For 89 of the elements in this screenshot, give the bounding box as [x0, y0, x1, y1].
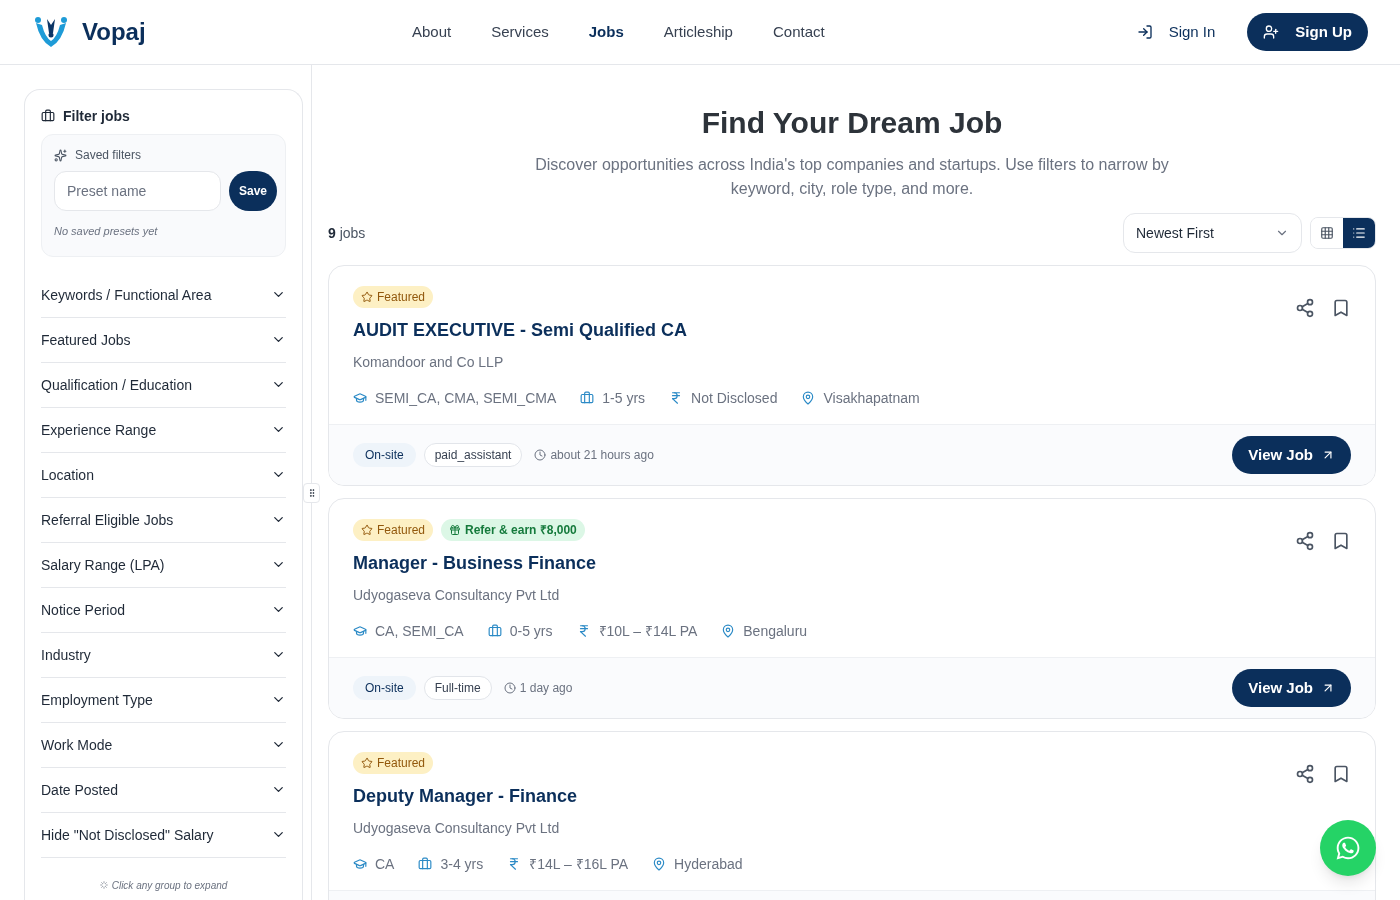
- graduation-cap-icon: [353, 624, 367, 638]
- sign-in-button[interactable]: Sign In: [1136, 20, 1216, 44]
- brand-name[interactable]: Vopaj: [82, 16, 146, 48]
- sign-in-icon: [1136, 24, 1153, 40]
- map-pin-icon: [652, 857, 667, 871]
- briefcase-icon: [487, 624, 502, 638]
- list-view-button[interactable]: [1343, 218, 1375, 248]
- job-detail: Not Disclosed: [691, 389, 778, 408]
- job-detail: SEMI_CA, CMA, SEMI_CMA: [375, 389, 557, 408]
- whatsapp-icon: [1335, 835, 1361, 861]
- company-name: Udyogaseva Consultancy Pvt Ltd: [353, 586, 561, 605]
- share-icon[interactable]: [1295, 298, 1315, 318]
- sign-up-button[interactable]: Sign Up: [1247, 12, 1368, 52]
- filter-group[interactable]: Qualification / Education: [41, 362, 286, 408]
- filter-group[interactable]: Referral Eligible Jobs: [41, 497, 286, 543]
- resize-handle[interactable]: [303, 483, 320, 503]
- job-detail: ₹14L – ₹16L PA: [529, 855, 629, 874]
- job-count: 9 jobs: [328, 224, 366, 243]
- job-detail: ₹10L – ₹14L PA: [598, 622, 698, 641]
- work-mode-tag: On-site: [353, 676, 416, 700]
- job-title[interactable]: Deputy Manager - Finance: [353, 782, 1295, 810]
- view-job-button[interactable]: View Job: [1232, 435, 1351, 475]
- job-detail: Visakhapatnam: [823, 389, 920, 408]
- work-mode-tag: On-site: [353, 443, 416, 467]
- filter-group[interactable]: Employment Type: [41, 677, 286, 723]
- sparkles-icon: [54, 148, 67, 162]
- briefcase-icon: [580, 391, 595, 405]
- filter-group[interactable]: Salary Range (LPA): [41, 542, 286, 588]
- panel-title: Filter jobs: [63, 107, 130, 126]
- job-detail: 3-4 yrs: [440, 855, 484, 874]
- employment-type-tag: paid_assistant: [423, 443, 523, 467]
- job-detail: 0-5 yrs: [509, 622, 553, 641]
- nav-link[interactable]: About: [412, 20, 452, 44]
- job-detail: CA, SEMI_CA: [375, 622, 464, 641]
- bookmark-icon[interactable]: [1331, 298, 1351, 318]
- featured-badge: Featured: [353, 286, 434, 308]
- page-subtitle: Discover opportunities across India's top companies and startups. Use filters to narrow by keyword, city, role type, and more.: [534, 155, 1170, 199]
- filter-group[interactable]: Date Posted: [41, 767, 286, 813]
- filter-group[interactable]: Notice Period: [41, 587, 286, 633]
- filter-group[interactable]: Experience Range: [41, 407, 286, 453]
- posted-time: 1 day ago: [519, 680, 573, 696]
- filter-group[interactable]: Industry: [41, 632, 286, 678]
- job-detail: Bengaluru: [743, 622, 808, 641]
- user-plus-icon: [1263, 24, 1280, 40]
- job-title[interactable]: Manager - Business Finance: [353, 549, 1295, 577]
- graduation-cap-icon: [353, 391, 367, 405]
- posted-time: about 21 hours ago: [550, 447, 654, 463]
- logo-icon: [32, 15, 70, 49]
- save-button[interactable]: Save: [229, 171, 278, 211]
- filter-group[interactable]: Location: [41, 452, 286, 498]
- filter-group[interactable]: Featured Jobs: [41, 317, 286, 363]
- list-icon: [1352, 226, 1366, 240]
- clock-icon: [534, 449, 547, 461]
- empty-presets-text: No saved presets yet: [54, 224, 159, 239]
- hint-text: Click any group to expand: [111, 878, 228, 893]
- filter-group[interactable]: Keywords / Functional Area: [41, 272, 286, 318]
- featured-badge: Featured: [353, 752, 434, 774]
- share-icon[interactable]: [1295, 764, 1315, 784]
- briefcase-icon: [41, 109, 55, 123]
- featured-badge: Featured: [353, 519, 434, 541]
- filter-group[interactable]: Hide "Not Disclosed" Salary: [41, 812, 286, 858]
- map-pin-icon: [721, 624, 736, 638]
- graduation-cap-icon: [353, 857, 367, 871]
- employment-type-tag: Full-time: [423, 676, 492, 700]
- bookmark-icon[interactable]: [1331, 764, 1351, 784]
- company-name: Udyogaseva Consultancy Pvt Ltd: [353, 819, 561, 838]
- grid-icon: [1320, 226, 1334, 240]
- filter-group[interactable]: Work Mode: [41, 722, 286, 768]
- sort-select[interactable]: Newest First: [1123, 213, 1302, 253]
- company-name: Komandoor and Co LLP: [353, 353, 505, 372]
- nav-link[interactable]: Contact: [772, 20, 825, 44]
- page-title: Find Your Dream Job: [701, 105, 1003, 141]
- nav-link[interactable]: Jobs: [588, 20, 624, 44]
- job-title[interactable]: AUDIT EXECUTIVE - Semi Qualified CA: [353, 316, 1295, 344]
- share-icon[interactable]: [1295, 531, 1315, 551]
- bookmark-icon[interactable]: [1331, 531, 1351, 551]
- job-detail: 1-5 yrs: [602, 389, 646, 408]
- view-job-button[interactable]: View Job: [1232, 668, 1351, 708]
- nav-link[interactable]: Services: [491, 20, 549, 44]
- briefcase-icon: [418, 857, 433, 871]
- job-detail: Hyderabad: [674, 855, 743, 874]
- spinner-icon: [99, 881, 108, 889]
- map-pin-icon: [801, 391, 816, 405]
- clock-icon: [503, 682, 516, 694]
- job-detail: CA: [375, 855, 395, 874]
- preset-name-field[interactable]: Preset name: [54, 171, 221, 211]
- saved-filters-title: Saved filters: [75, 147, 142, 163]
- nav-link[interactable]: Articleship: [663, 20, 733, 44]
- referral-badge: Refer & earn ₹8,000: [441, 519, 585, 541]
